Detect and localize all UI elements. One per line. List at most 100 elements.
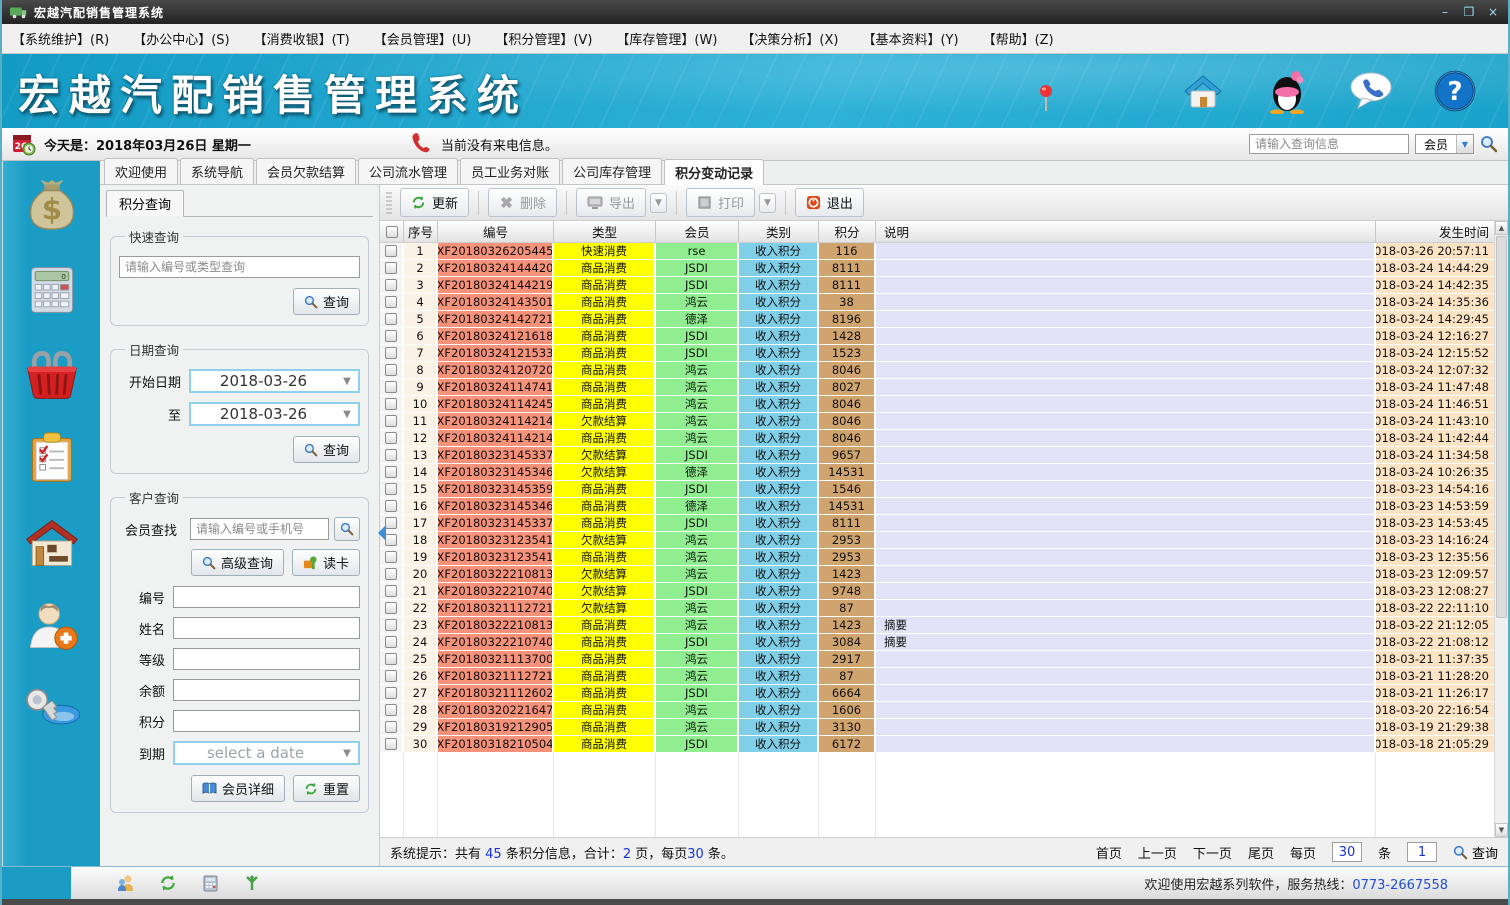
row-checkbox[interactable] xyxy=(385,449,397,461)
row-checkbox[interactable] xyxy=(385,534,397,546)
row-checkbox[interactable] xyxy=(385,381,397,393)
table-row[interactable]: 5XF20180324142721商品消费德泽收入积分81962018-03-2… xyxy=(380,311,1494,327)
export-dropdown-arrow[interactable]: ▼ xyxy=(650,193,667,213)
print-dropdown-arrow[interactable]: ▼ xyxy=(759,193,776,213)
tab-points-log[interactable]: 积分变动记录 xyxy=(664,159,764,185)
panel-collapse-arrow[interactable] xyxy=(378,525,386,541)
table-row[interactable]: 13XF20180323145337欠款结算JSDI收入积分96572018-0… xyxy=(380,447,1494,463)
field-points-input[interactable] xyxy=(173,710,360,732)
row-checkbox[interactable] xyxy=(385,364,397,376)
table-row[interactable]: 19XF20180323123541商品消费鸿云收入积分29532018-03-… xyxy=(380,549,1494,565)
search-icon[interactable] xyxy=(1480,135,1498,153)
table-row[interactable]: 17XF20180323145337商品消费JSDI收入积分81112018-0… xyxy=(380,515,1494,531)
users-icon[interactable] xyxy=(117,874,135,892)
row-checkbox[interactable] xyxy=(385,585,397,597)
row-checkbox[interactable] xyxy=(385,313,397,325)
member-search-input[interactable] xyxy=(190,518,329,540)
checklist-icon[interactable] xyxy=(21,427,83,489)
quick-query-button[interactable]: 查询 xyxy=(293,288,360,315)
exit-button[interactable]: 退出 xyxy=(795,188,864,217)
calculator-icon[interactable]: 0 xyxy=(21,259,83,321)
table-row[interactable]: 30XF20180318210504商品消费JSDI收入积分61722018-0… xyxy=(380,736,1494,752)
table-row[interactable]: 10XF20180324114245商品消费鸿云收入积分80462018-03-… xyxy=(380,396,1494,412)
next-page-link[interactable]: 下一页 xyxy=(1193,843,1232,862)
field-code-input[interactable] xyxy=(173,586,360,608)
row-checkbox[interactable] xyxy=(385,738,397,750)
row-checkbox[interactable] xyxy=(385,500,397,512)
menu-points[interactable]: 【积分管理】(V) xyxy=(495,29,592,48)
table-row[interactable]: 27XF20180321112602商品消费JSDI收入积分66642018-0… xyxy=(380,685,1494,701)
row-checkbox[interactable] xyxy=(385,279,397,291)
row-checkbox[interactable] xyxy=(385,568,397,580)
table-row[interactable]: 7XF20180324121533商品消费JSDI收入积分15232018-03… xyxy=(380,345,1494,361)
pager-query-button[interactable]: 查询 xyxy=(1453,843,1498,862)
quick-query-input[interactable] xyxy=(119,256,360,278)
table-row[interactable]: 8XF20180324120720商品消费鸿云收入积分80462018-03-2… xyxy=(380,362,1494,378)
table-row[interactable]: 1XF20180326205445快速消费rse收入积分1162018-03-2… xyxy=(380,243,1494,259)
row-checkbox[interactable] xyxy=(385,704,397,716)
vertical-scrollbar[interactable]: ▲ ▼ xyxy=(1494,221,1508,837)
col-code[interactable]: 编号 xyxy=(438,221,554,242)
table-row[interactable]: 4XF20180324143501商品消费鸿云收入积分382018-03-24 … xyxy=(380,294,1494,310)
help-icon[interactable]: ? xyxy=(1432,66,1478,116)
col-type[interactable]: 类型 xyxy=(554,221,656,242)
tab-inventory[interactable]: 公司库存管理 xyxy=(562,158,662,184)
house-icon[interactable] xyxy=(21,511,83,573)
advanced-query-button[interactable]: 高级查询 xyxy=(191,549,284,576)
panel-tab-points-query[interactable]: 积分查询 xyxy=(106,190,184,217)
scroll-up-arrow[interactable]: ▲ xyxy=(1495,221,1508,235)
menu-help[interactable]: 【帮助】(Z) xyxy=(983,29,1054,48)
row-checkbox[interactable] xyxy=(385,721,397,733)
col-points[interactable]: 积分 xyxy=(819,221,876,242)
field-grade-input[interactable] xyxy=(173,648,360,670)
refresh-button[interactable]: 更新 xyxy=(400,188,469,217)
table-row[interactable]: 6XF20180324121618商品消费JSDI收入积分14282018-03… xyxy=(380,328,1494,344)
global-search-input[interactable] xyxy=(1249,134,1409,154)
calculator-small-icon[interactable] xyxy=(201,874,219,892)
row-checkbox[interactable] xyxy=(385,687,397,699)
prev-page-link[interactable]: 上一页 xyxy=(1138,843,1177,862)
table-row[interactable]: 14XF20180323145346欠款结算德泽收入积分145312018-03… xyxy=(380,464,1494,480)
export-button[interactable]: 导出 xyxy=(576,188,646,217)
row-checkbox[interactable] xyxy=(385,432,397,444)
scroll-down-arrow[interactable]: ▼ xyxy=(1495,823,1508,837)
field-name-input[interactable] xyxy=(173,617,360,639)
col-member[interactable]: 会员 xyxy=(656,221,739,242)
row-checkbox[interactable] xyxy=(385,602,397,614)
table-row[interactable]: 16XF20180323145346商品消费德泽收入积分145312018-03… xyxy=(380,498,1494,514)
col-no[interactable]: 序号 xyxy=(404,221,438,242)
table-row[interactable]: 25XF20180321113700商品消费鸿云收入积分29172018-03-… xyxy=(380,651,1494,667)
search-category-select[interactable]: 会员 ▼ xyxy=(1415,134,1474,154)
reset-button[interactable]: 重置 xyxy=(293,775,360,802)
row-checkbox[interactable] xyxy=(385,398,397,410)
branch-icon[interactable] xyxy=(243,874,261,892)
col-note[interactable]: 说明 xyxy=(876,221,1376,242)
tab-member-debt[interactable]: 会员欠款结算 xyxy=(256,158,356,184)
table-row[interactable]: 29XF20180319212905商品消费鸿云收入积分31302018-03-… xyxy=(380,719,1494,735)
table-row[interactable]: 9XF20180324114741商品消费鸿云收入积分80272018-03-2… xyxy=(380,379,1494,395)
first-page-link[interactable]: 首页 xyxy=(1096,843,1122,862)
field-balance-input[interactable] xyxy=(173,679,360,701)
row-checkbox[interactable] xyxy=(385,670,397,682)
add-member-icon[interactable] xyxy=(21,595,83,657)
call-bubble-icon[interactable] xyxy=(1348,66,1394,116)
menu-cashier[interactable]: 【消费收银】(T) xyxy=(254,29,350,48)
menu-office[interactable]: 【办公中心】(S) xyxy=(133,29,229,48)
table-row[interactable]: 21XF20180322210740欠款结算JSDI收入积分97482018-0… xyxy=(380,583,1494,599)
table-row[interactable]: 2XF20180324144420商品消费JSDI收入积分81112018-03… xyxy=(380,260,1494,276)
row-checkbox[interactable] xyxy=(385,245,397,257)
menu-system[interactable]: 【系统维护】(R) xyxy=(12,29,109,48)
select-all-checkbox[interactable] xyxy=(380,221,404,242)
row-checkbox[interactable] xyxy=(385,619,397,631)
date-query-button[interactable]: 查询 xyxy=(293,436,360,463)
row-checkbox[interactable] xyxy=(385,415,397,427)
sync-icon[interactable] xyxy=(159,874,177,892)
table-row[interactable]: 23XF20180322210813商品消费鸿云收入积分1423摘要2018-0… xyxy=(380,617,1494,633)
money-bag-icon[interactable]: $ xyxy=(21,175,83,237)
per-page-input[interactable] xyxy=(1332,842,1362,862)
maximize-button[interactable]: ❒ xyxy=(1462,5,1476,19)
menu-inventory[interactable]: 【库存管理】(W) xyxy=(616,29,717,48)
row-checkbox[interactable] xyxy=(385,483,397,495)
last-page-link[interactable]: 尾页 xyxy=(1248,843,1274,862)
minimize-button[interactable]: – xyxy=(1438,5,1452,19)
